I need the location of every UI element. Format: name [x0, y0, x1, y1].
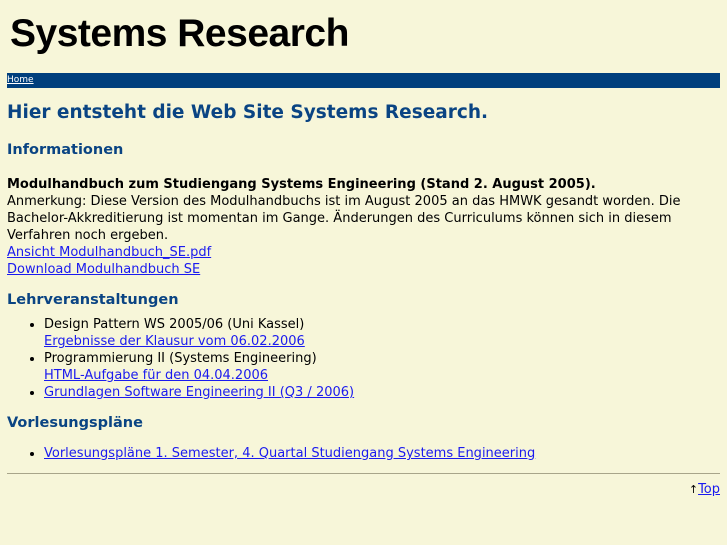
home-link[interactable]: Home: [7, 73, 34, 88]
arrow-up-icon: ↑: [688, 483, 699, 496]
course-list: Design Pattern WS 2005/06 (Uni Kassel)Er…: [7, 316, 720, 401]
schedule-list: Vorlesungspläne 1. Semester, 4. Quartal …: [7, 445, 720, 462]
view-pdf-link[interactable]: Ansicht Modulhandbuch_SE.pdf: [7, 245, 211, 260]
section-vorlesungsplaene: Vorlesungspläne: [7, 415, 143, 431]
main-content: Hier entsteht die Web Site Systems Resea…: [7, 100, 720, 462]
site-logo: Systems Research: [10, 12, 349, 55]
modulhandbuch-title: Modulhandbuch zum Studiengang Systems En…: [7, 177, 596, 192]
list-item: Design Pattern WS 2005/06 (Uni Kassel)Er…: [44, 316, 720, 350]
nav-bar: Home: [7, 73, 720, 88]
modulhandbuch-note: Anmerkung: Diese Version des Modulhandbu…: [7, 194, 681, 243]
klausur-link[interactable]: Ergebnisse der Klausur vom 06.02.2006: [44, 334, 305, 349]
page-heading: Hier entsteht die Web Site Systems Resea…: [7, 102, 489, 123]
section-lehrveranstaltungen: Lehrveranstaltungen: [7, 292, 179, 308]
list-item: Programmierung II (Systems Engineering)H…: [44, 350, 720, 384]
list-item: Vorlesungspläne 1. Semester, 4. Quartal …: [44, 445, 720, 462]
schedule-link[interactable]: Vorlesungspläne 1. Semester, 4. Quartal …: [44, 446, 535, 461]
section-informationen: Informationen: [7, 142, 124, 158]
download-link[interactable]: Download Modulhandbuch SE: [7, 262, 200, 277]
grundlagen-link[interactable]: Grundlagen Software Engineering II (Q3 /…: [44, 385, 354, 400]
list-item: Grundlagen Software Engineering II (Q3 /…: [44, 384, 720, 401]
html-aufgabe-link[interactable]: HTML-Aufgabe für den 04.04.2006: [44, 368, 268, 383]
top-link[interactable]: Top: [698, 482, 720, 497]
divider: [7, 473, 720, 474]
